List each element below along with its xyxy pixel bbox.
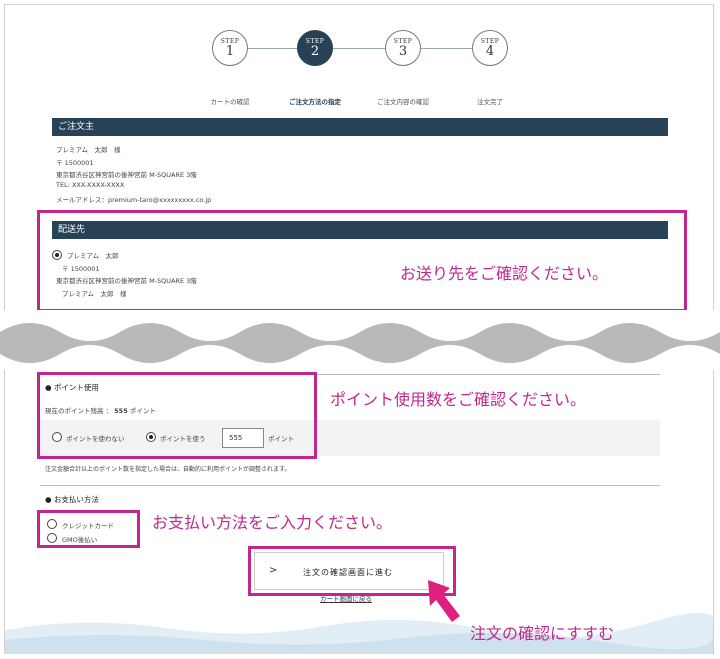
- points-highlight: [37, 372, 317, 459]
- orderer-tel: TEL: XXX-XXXX-XXXX: [56, 181, 125, 189]
- orderer-name: プレミアム 太郎 様: [56, 146, 121, 154]
- step-4-caption: 注文完了: [477, 98, 503, 106]
- back-to-cart-link[interactable]: カート画面に戻る: [320, 593, 372, 603]
- step-2-caption: ご注文方法の指定: [289, 98, 341, 106]
- shipping-callout: お送り先をご確認ください。: [400, 264, 609, 283]
- pointer-arrow-icon: [428, 580, 460, 622]
- orderer-zip: 〒 1500001: [56, 159, 94, 167]
- orderer-title: ご注文主: [52, 118, 668, 136]
- step-3: STEP 3: [385, 30, 421, 66]
- steps-line: [228, 48, 492, 49]
- payment-divider: [40, 485, 660, 486]
- payment-title: ● お支払い方法: [45, 495, 99, 504]
- torn-divider-wave: [0, 310, 720, 370]
- proceed-callout: 注文の確認にすすむ: [470, 624, 615, 643]
- step-4: STEP 4: [472, 30, 508, 66]
- orderer-address: 東京都渋谷区神宮前の後神宮前 M-SQUARE 3階: [56, 171, 197, 179]
- step-3-caption: ご注文内容の確認: [377, 98, 429, 106]
- points-callout: ポイント使用数をご確認ください。: [330, 390, 587, 409]
- step-1-caption: カートの確認: [210, 98, 250, 106]
- payment-highlight: [37, 510, 140, 548]
- orderer-email: メールアドレス：premium-taro@xxxxxxxxx.co.jp: [56, 196, 212, 204]
- step-2: STEP 2: [297, 30, 333, 66]
- step-1: STEP 1: [212, 30, 248, 66]
- bullet-icon: ●: [45, 495, 52, 504]
- payment-callout: お支払い方法をご入力ください。: [152, 513, 393, 532]
- checkout-steps: STEP 1 STEP 2 STEP 3 STEP 4 カートの確認 ご注文方法…: [200, 22, 520, 106]
- points-note: 注文金額合計以上のポイント数を指定した場合は、自動的に利用ポイントが調整されます…: [45, 466, 291, 473]
